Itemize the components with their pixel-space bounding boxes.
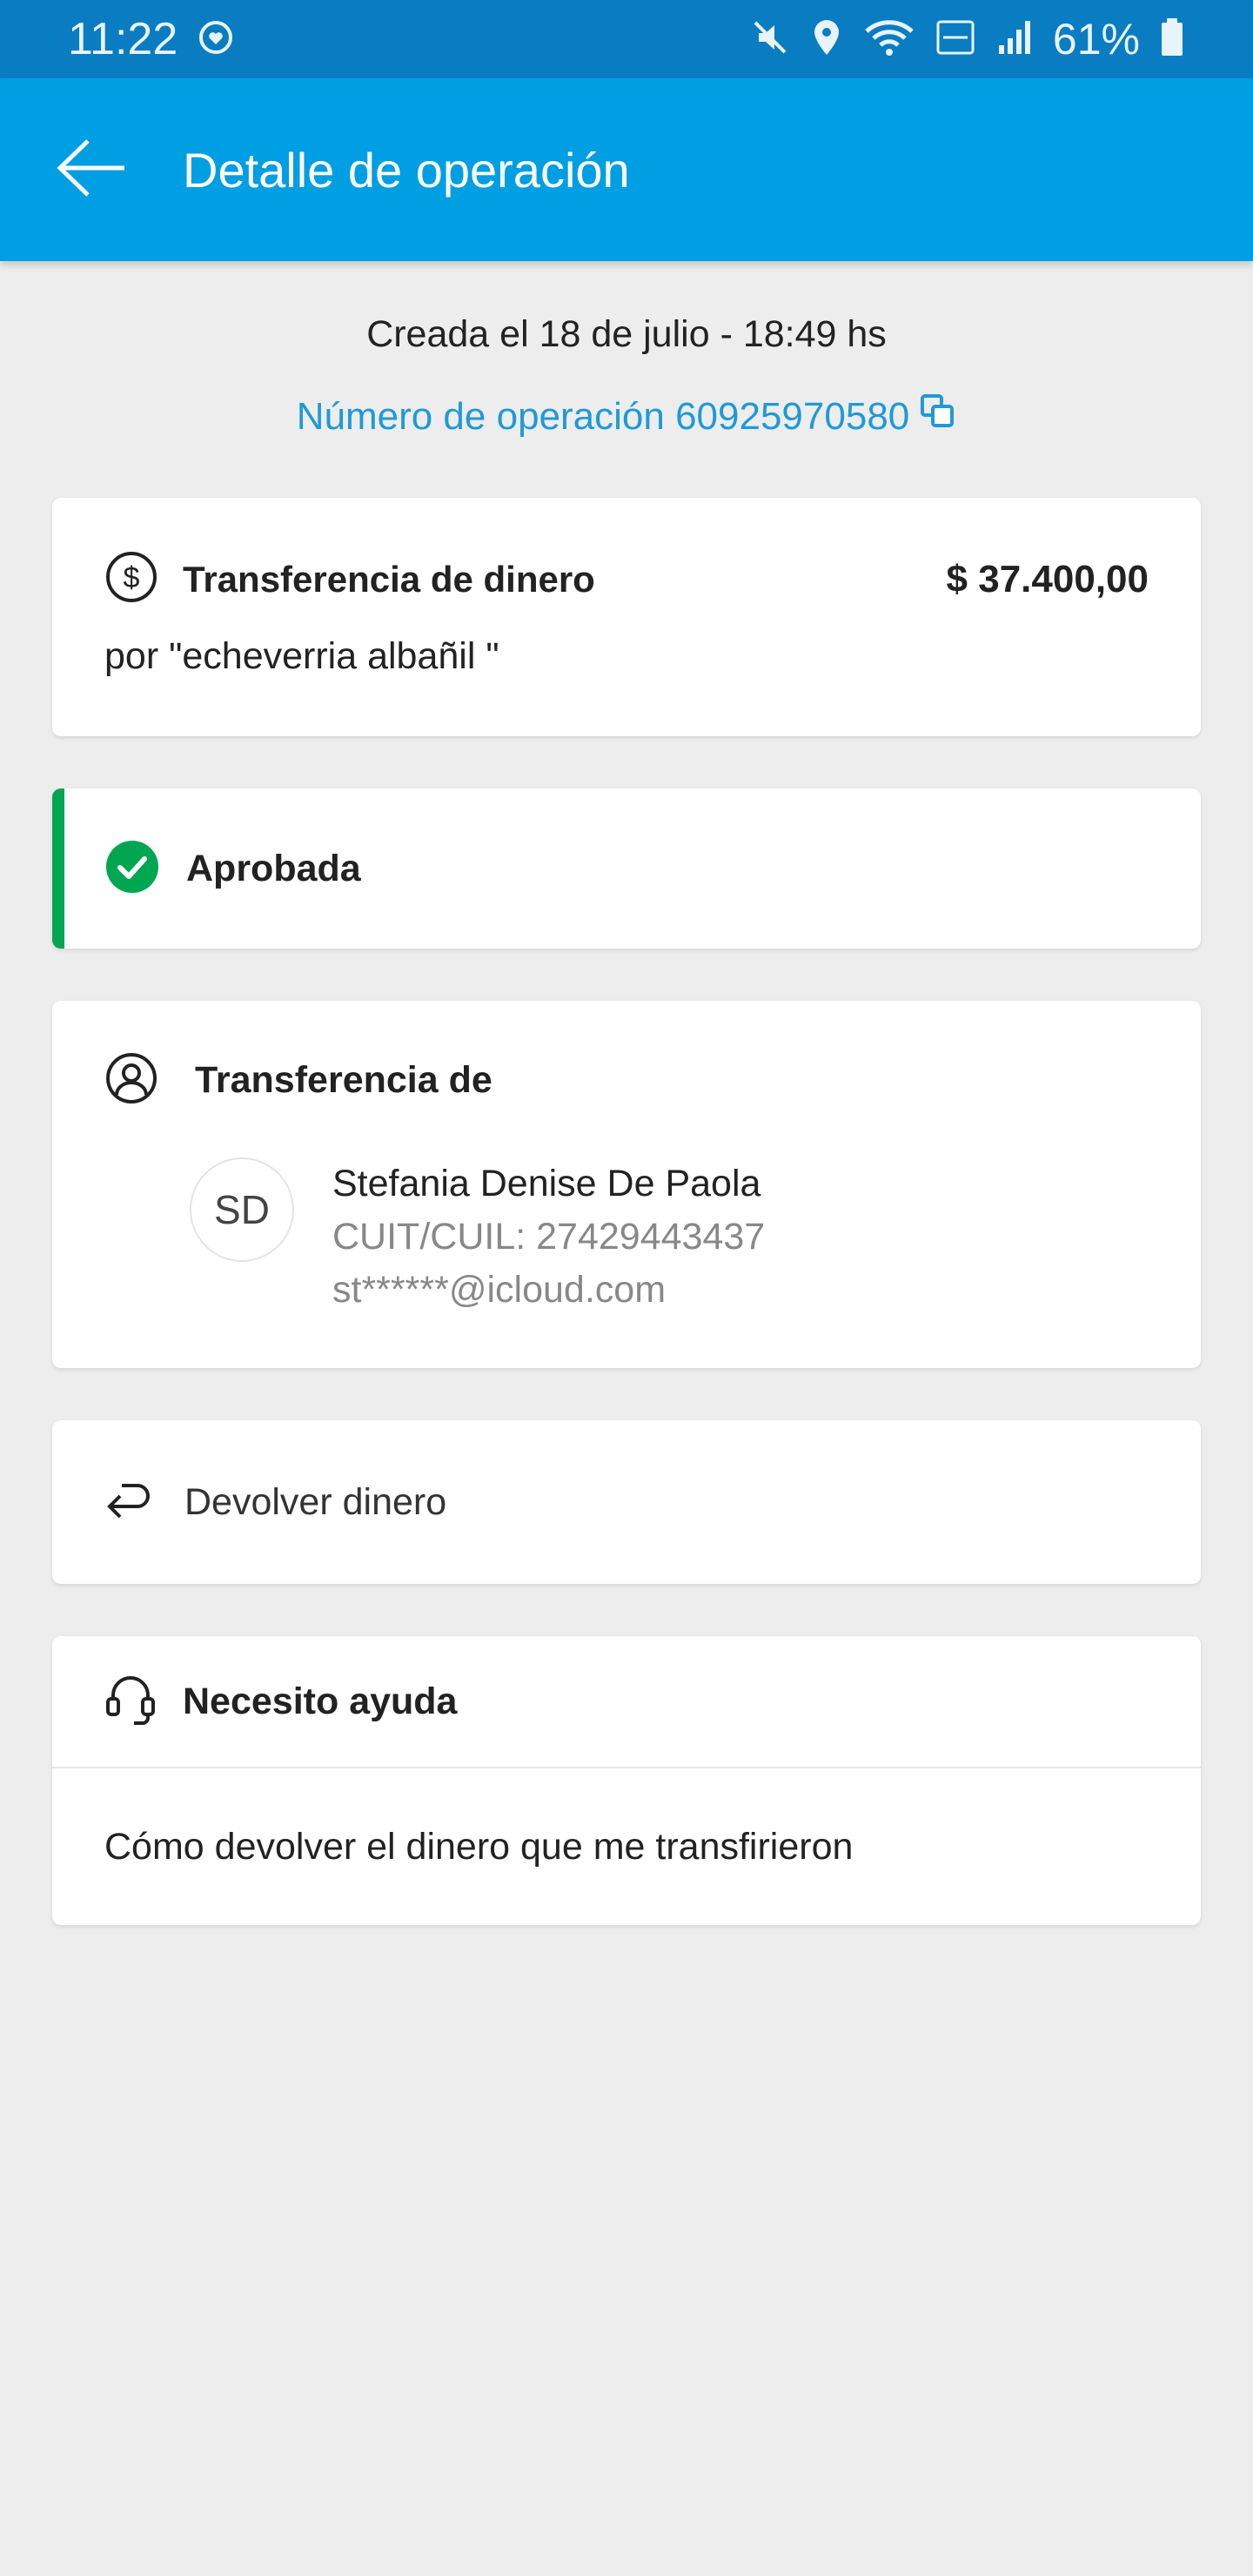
created-date: Creada el 18 de julio - 18:49 hs bbox=[366, 313, 887, 355]
help-title: Necesito ayuda bbox=[183, 1680, 458, 1722]
sender-cuit: CUIT/CUIL: 27429443437 bbox=[332, 1216, 766, 1258]
signal-icon bbox=[995, 17, 1034, 62]
sender-header: Transferencia de bbox=[104, 1051, 492, 1110]
headset-icon bbox=[104, 1673, 157, 1731]
help-item-return-money[interactable]: Cómo devolver el dinero que me transfiri… bbox=[52, 1768, 1201, 1925]
operation-number: Número de operación 60925970580 bbox=[296, 394, 910, 438]
status-bar: 11:22 61% bbox=[0, 0, 1253, 78]
status-row: Aprobada bbox=[104, 788, 361, 949]
page-title: Detalle de operación bbox=[183, 142, 630, 198]
sender-section-title: Transferencia de bbox=[195, 1059, 492, 1101]
health-app-icon bbox=[197, 18, 235, 61]
sender-name: Stefania Denise De Paola bbox=[332, 1163, 761, 1204]
user-circle-icon bbox=[104, 1051, 158, 1110]
mute-icon bbox=[750, 17, 790, 62]
operation-number-link[interactable]: Número de operación 60925970580 bbox=[0, 393, 1253, 439]
app-bar: Detalle de operación bbox=[0, 78, 1253, 261]
status-accent-bar bbox=[52, 788, 64, 949]
help-header: Necesito ayuda bbox=[52, 1636, 1201, 1768]
svg-text:$: $ bbox=[124, 561, 140, 594]
battery-percent: 61% bbox=[1052, 15, 1140, 64]
status-card: Aprobada bbox=[52, 788, 1201, 949]
avatar: SD bbox=[190, 1157, 294, 1262]
return-arrow-icon bbox=[104, 1479, 153, 1526]
check-circle-icon bbox=[104, 839, 160, 899]
back-button[interactable] bbox=[0, 78, 183, 261]
location-icon bbox=[809, 17, 844, 63]
arrow-left-icon bbox=[55, 138, 128, 203]
help-card: Necesito ayuda Cómo devolver el dinero q… bbox=[52, 1636, 1201, 1925]
status-label: Aprobada bbox=[186, 847, 361, 889]
status-left: 11:22 bbox=[68, 13, 235, 65]
transaction-header: $ Transferencia de dinero $ 37.400,00 bbox=[104, 550, 1149, 608]
sender-email: st******@icloud.com bbox=[332, 1269, 667, 1311]
transaction-title: Transferencia de dinero bbox=[183, 558, 595, 600]
copy-icon[interactable] bbox=[920, 393, 956, 439]
battery-icon bbox=[1159, 17, 1185, 63]
transaction-card: $ Transferencia de dinero $ 37.400,00 po… bbox=[52, 498, 1201, 736]
volte-icon bbox=[935, 17, 976, 63]
dollar-icon: $ bbox=[104, 550, 158, 608]
status-right: 61% bbox=[750, 14, 1185, 64]
return-money-button[interactable]: Devolver dinero bbox=[52, 1420, 1201, 1584]
transaction-amount: $ 37.400,00 bbox=[946, 557, 1149, 600]
sender-card: Transferencia de SD Stefania Denise De P… bbox=[52, 1001, 1201, 1368]
status-time: 11:22 bbox=[68, 14, 178, 64]
sender-details: Stefania Denise De Paola CUIT/CUIL: 2742… bbox=[332, 1157, 765, 1317]
return-money-label: Devolver dinero bbox=[184, 1480, 447, 1523]
transaction-description: por "echeverria albañil " bbox=[104, 635, 499, 677]
wifi-icon bbox=[863, 17, 915, 62]
